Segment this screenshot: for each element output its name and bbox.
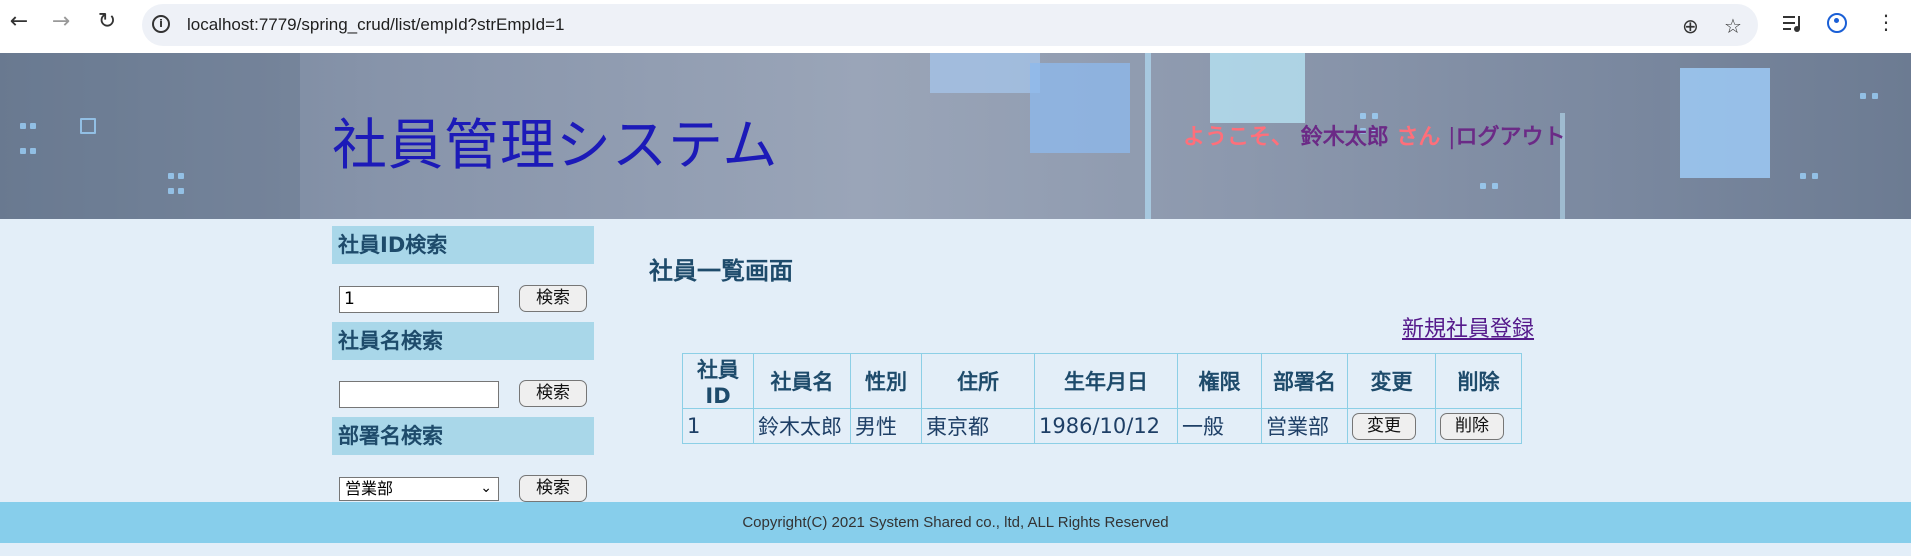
col-birth: 生年月日 [1034, 353, 1178, 409]
cell-edit: 変更 [1347, 408, 1436, 444]
col-emp-name: 社員名 [753, 353, 851, 409]
dept-search-button[interactable]: 検索 [519, 475, 587, 502]
new-employee-link[interactable]: 新規社員登録 [1402, 311, 1534, 343]
welcome-prefix: ようこそ、 [1183, 125, 1294, 150]
cell-delete: 削除 [1435, 408, 1522, 444]
site-info-icon[interactable]: i [152, 15, 170, 33]
user-name: 鈴木太郎 [1300, 125, 1389, 150]
welcome-message: ようこそ、 鈴木太郎 さん |ログアウト [1183, 119, 1566, 151]
url-text[interactable]: localhost:7779/spring_crud/list/empId?st… [187, 15, 565, 35]
col-address: 住所 [921, 353, 1035, 409]
zoom-icon[interactable]: ⊕ [1682, 14, 1699, 38]
profile-icon[interactable] [1827, 13, 1847, 33]
address-bar[interactable]: i localhost:7779/spring_crud/list/empId?… [142, 4, 1758, 46]
col-gender: 性別 [850, 353, 922, 409]
cell-dept: 営業部 [1261, 408, 1348, 444]
emp-id-search-button[interactable]: 検索 [519, 285, 587, 312]
back-arrow-icon[interactable]: ← [8, 11, 30, 33]
dept-select-value: 営業部 [345, 479, 394, 498]
browser-menu-icon[interactable]: ⋮ [1876, 10, 1896, 34]
cell-birth: 1986/10/12 [1034, 408, 1178, 444]
col-dept: 部署名 [1261, 353, 1348, 409]
col-emp-id: 社員ID [682, 353, 754, 409]
table-row: 1 鈴木太郎 男性 東京都 1986/10/12 一般 営業部 変更 削除 [682, 408, 1522, 444]
edit-button[interactable]: 変更 [1352, 413, 1416, 440]
col-role: 権限 [1177, 353, 1262, 409]
cell-gender: 男性 [850, 408, 922, 444]
dept-search-heading: 部署名検索 [332, 417, 594, 455]
logout-link[interactable]: ログアウト [1455, 125, 1565, 150]
delete-button[interactable]: 削除 [1440, 413, 1504, 440]
cell-role: 一般 [1177, 408, 1262, 444]
emp-id-search-heading: 社員ID検索 [332, 226, 594, 264]
cell-emp-name: 鈴木太郎 [753, 408, 851, 444]
emp-name-input[interactable] [339, 381, 499, 408]
col-delete: 削除 [1435, 353, 1522, 409]
dept-select[interactable]: 営業部 ⌄ [339, 477, 499, 501]
chevron-down-icon: ⌄ [480, 480, 492, 496]
emp-name-search-heading: 社員名検索 [332, 322, 594, 360]
user-suffix: さん [1396, 125, 1441, 150]
cell-address: 東京都 [921, 408, 1035, 444]
emp-name-search-button[interactable]: 検索 [519, 380, 587, 407]
col-edit: 変更 [1347, 353, 1436, 409]
employee-table: 社員ID 社員名 性別 住所 生年月日 権限 部署名 変更 削除 1 鈴木太郎 … [682, 353, 1522, 444]
cell-emp-id: 1 [682, 408, 754, 444]
media-control-icon[interactable] [1782, 14, 1804, 34]
emp-id-input[interactable]: 1 [339, 286, 499, 313]
table-header-row: 社員ID 社員名 性別 住所 生年月日 権限 部署名 変更 削除 [682, 353, 1522, 409]
header-banner [0, 53, 1911, 219]
footer-copyright: Copyright(C) 2021 System Shared co., ltd… [0, 502, 1911, 543]
forward-arrow-icon[interactable]: → [50, 11, 72, 33]
reload-icon[interactable]: ↻ [96, 11, 118, 33]
browser-toolbar: ← → ↻ i localhost:7779/spring_crud/list/… [0, 0, 1911, 54]
site-title: 社員管理システム [332, 113, 779, 177]
page-title: 社員一覧画面 [649, 257, 793, 285]
bookmark-star-icon[interactable]: ☆ [1724, 14, 1742, 38]
